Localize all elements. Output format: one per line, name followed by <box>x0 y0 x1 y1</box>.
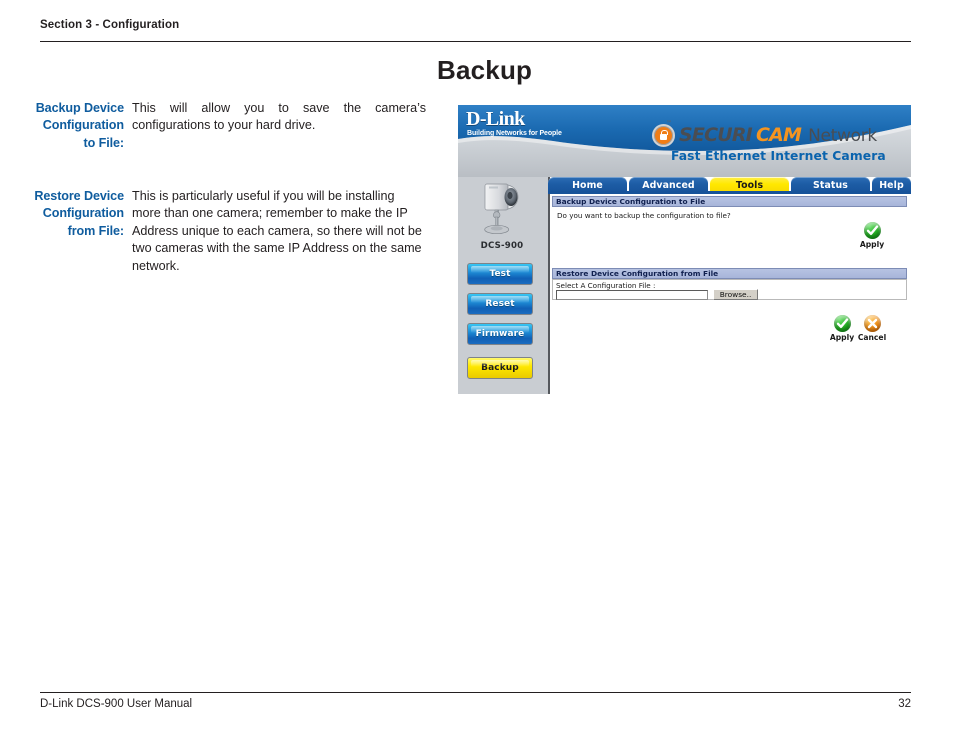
restore-cancel-label: Cancel <box>857 333 887 342</box>
check-icon <box>863 222 881 239</box>
cross-glyph <box>867 318 877 329</box>
nav-tab-label: Help <box>879 179 904 191</box>
rail-button-reset[interactable]: Reset <box>467 293 533 315</box>
lock-icon <box>652 124 675 147</box>
description-body: This is particularly useful if you will … <box>132 189 422 273</box>
page-footer: D-Link DCS-900 User Manual 32 <box>40 698 911 710</box>
nav-tab-label: Home <box>572 179 603 191</box>
check-glyph <box>866 225 878 235</box>
description-label: Restore Device Configuration from File: <box>34 189 124 238</box>
device-model-label: DCS-900 <box>480 241 524 251</box>
restore-apply-label: Apply <box>829 333 855 342</box>
restore-section-heading: Restore Device Configuration from File <box>552 268 907 279</box>
close-icon <box>863 315 881 332</box>
nav-tab-label: Status <box>813 179 848 191</box>
dlink-tagline: Building Networks for People <box>467 130 562 137</box>
restore-field-label: Select A Configuration File : <box>556 281 656 290</box>
footer-manual-title: D-Link DCS-900 User Manual <box>40 698 193 710</box>
browse-button-label: Browse.. <box>719 290 752 299</box>
rail-button-label: Firmware <box>475 329 525 339</box>
restore-apply-action[interactable]: Apply <box>825 315 859 342</box>
rail-button-backup[interactable]: Backup <box>467 357 533 379</box>
header-divider <box>40 41 911 42</box>
embedded-ui-screenshot: D-Link Building Networks for People SECU… <box>458 105 911 394</box>
rail-button-test[interactable]: Test <box>467 263 533 285</box>
backup-apply-action[interactable]: Apply <box>855 222 889 249</box>
page-title: Backup <box>437 55 533 85</box>
nav-tab-label: Advanced <box>642 179 695 191</box>
brand-securi-text: SECURI <box>679 124 753 146</box>
footer-page-number: 32 <box>898 698 911 710</box>
backup-question-text: Do you want to backup the configuration … <box>557 211 731 220</box>
check-glyph <box>836 318 848 328</box>
rail-button-label: Backup <box>481 363 519 373</box>
securicam-brand: SECURI CAM Network <box>652 124 877 147</box>
rail-button-label: Test <box>489 269 511 279</box>
product-line-text: Fast Ethernet Internet Camera <box>671 149 886 163</box>
trademark-icon: ™ <box>666 120 672 127</box>
browser-banner: D-Link Building Networks for People SECU… <box>458 105 911 177</box>
settings-content-panel: Backup Device Configuration to File Do y… <box>550 194 911 394</box>
brand-cam-text: CAM <box>755 124 802 146</box>
description-block-restore: Restore Device Configuration from File: … <box>30 188 426 275</box>
check-icon <box>833 315 851 332</box>
nav-tab-label: Tools <box>735 179 764 191</box>
camera-illustration-icon <box>484 183 519 235</box>
backup-apply-label: Apply <box>859 240 885 249</box>
rail-button-label: Reset <box>485 299 515 309</box>
description-block-backup: Backup Device Configuration to File: Thi… <box>30 100 426 152</box>
dlink-logo: D-Link <box>466 108 525 130</box>
description-body: This will allow you to save the camera’s… <box>132 101 426 133</box>
device-sidebar: DCS-900 Test Reset Firmware Backup <box>458 177 550 394</box>
brand-network-text: Network <box>808 125 877 146</box>
rail-button-firmware[interactable]: Firmware <box>467 323 533 345</box>
footer-divider <box>40 692 911 693</box>
description-label: Backup Device Configuration to File: <box>35 101 124 150</box>
page-header: Section 3 - Configuration <box>40 18 912 32</box>
section-label: Section 3 - Configuration <box>40 19 180 31</box>
browse-button[interactable]: Browse.. <box>713 289 758 300</box>
restore-cancel-action[interactable]: Cancel <box>855 315 889 342</box>
configuration-file-input[interactable] <box>556 290 708 300</box>
backup-section-heading: Backup Device Configuration to File <box>552 196 907 207</box>
